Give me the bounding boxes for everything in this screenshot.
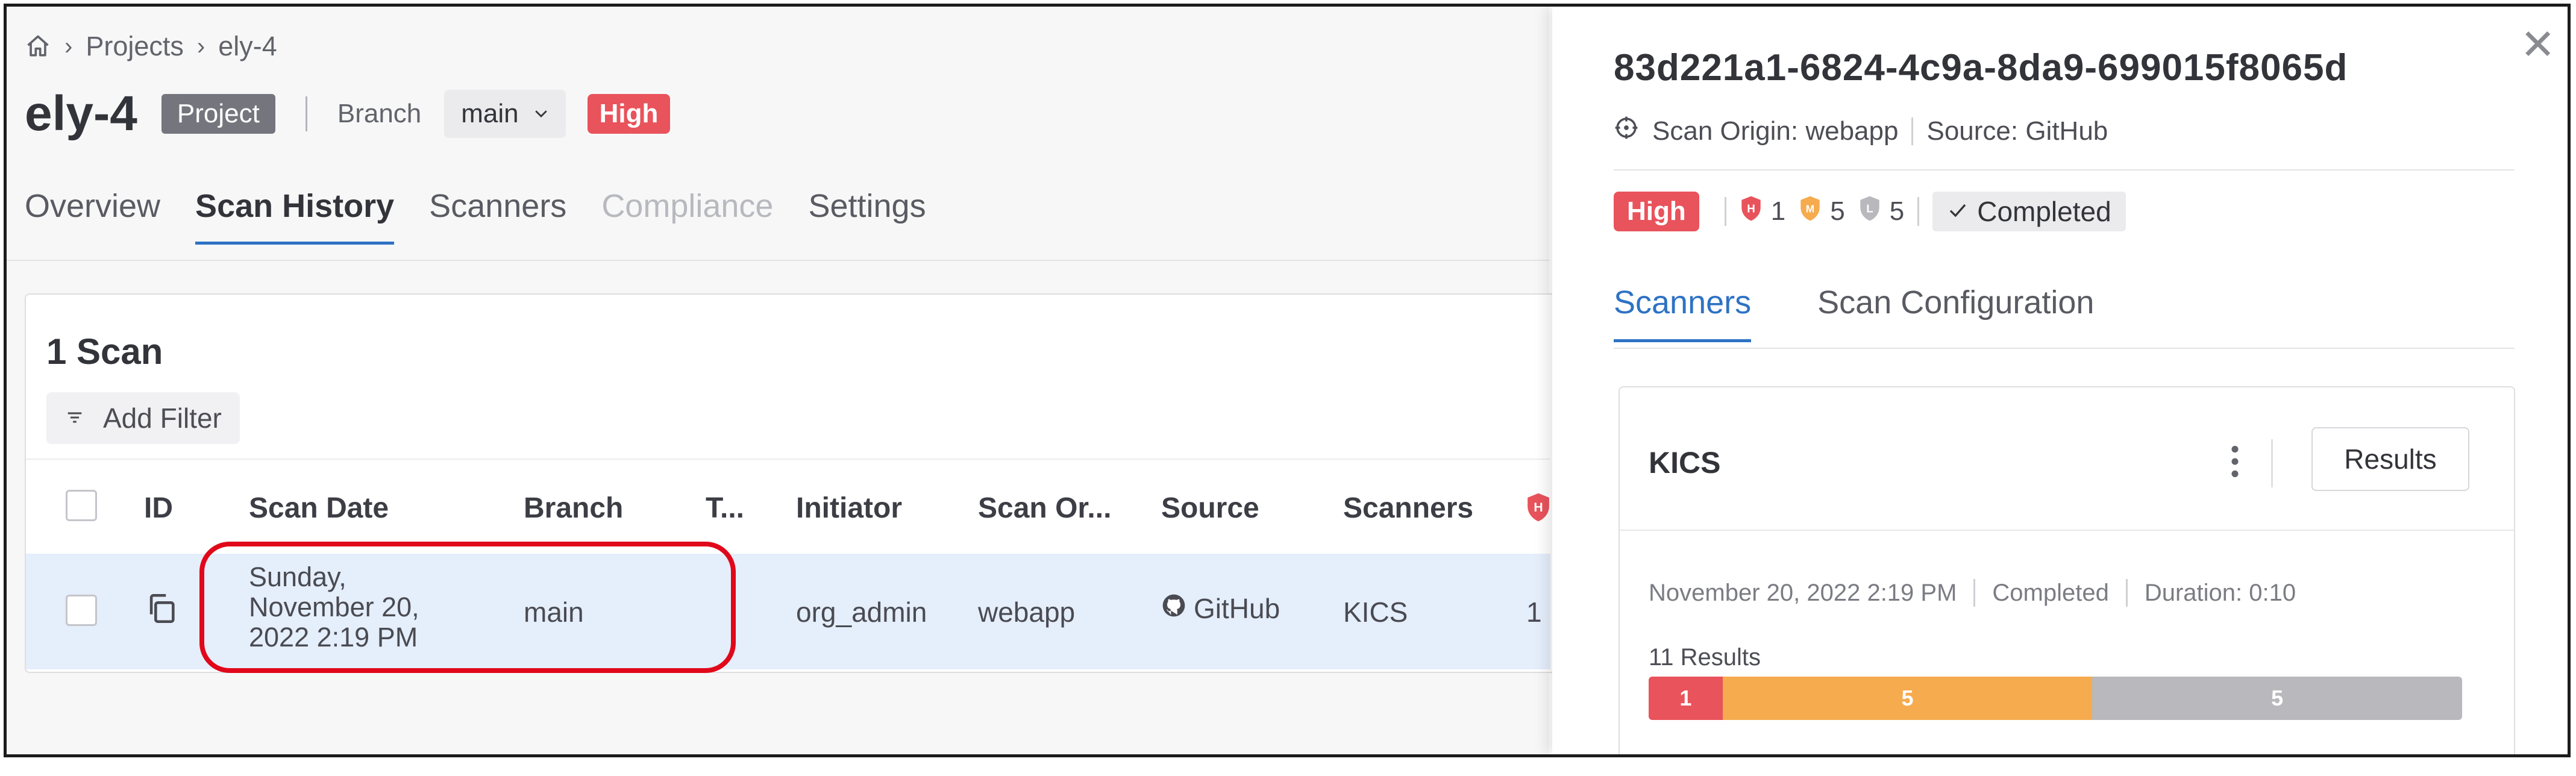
crosshair-icon — [1614, 115, 1639, 147]
chevron-right-icon: › — [196, 33, 205, 60]
high-count-value: 1 — [1770, 196, 1786, 226]
tab-scanners[interactable]: Scanners — [429, 187, 566, 245]
tab-compliance: Compliance — [601, 188, 774, 224]
scan-id-title: 83d221a1-6824-4c9a-8da9-699015f8065d — [1614, 47, 2348, 89]
annotation-highlight-box — [199, 542, 736, 673]
scanner-status: Completed — [1992, 579, 2109, 606]
divider — [1614, 348, 2515, 349]
medium-count-value: 5 — [1830, 196, 1845, 226]
severity-segment-low: 5 — [2092, 677, 2462, 720]
risk-badge: High — [587, 94, 671, 134]
divider — [2125, 579, 2128, 607]
scan-details-drawer: ✕ 83d221a1-6824-4c9a-8da9-699015f8065d S… — [1552, 7, 2568, 754]
svg-text:H: H — [1534, 500, 1543, 515]
column-header-scanners[interactable]: Scanners — [1343, 492, 1473, 525]
tab-overview[interactable]: Overview — [25, 187, 160, 245]
select-all-checkbox[interactable] — [66, 490, 97, 521]
source-cell-label: GitHub — [1194, 593, 1280, 624]
column-header-id[interactable]: ID — [144, 492, 173, 525]
checkmark-icon — [1947, 195, 1969, 228]
scan-origin-row: Scan Origin: webapp Source: GitHub — [1614, 115, 2108, 147]
add-filter-button[interactable]: Add Filter — [46, 392, 240, 444]
breadcrumb-current: ely-4 — [218, 31, 277, 61]
divider — [26, 458, 1550, 460]
status-text: Completed — [1977, 196, 2111, 227]
scan-origin-text: Scan Origin: webapp — [1652, 116, 1899, 146]
page-title: ely-4 — [25, 86, 137, 141]
initiator-cell: org_admin — [796, 596, 927, 628]
scan-summary-row: High H 1 M 5 L 5 Completed — [1614, 187, 2126, 236]
scanners-cell: KICS — [1343, 596, 1408, 628]
severity-segment-high: 1 — [1649, 677, 1723, 720]
medium-severity-icon: M — [1799, 195, 1822, 228]
severity-distribution-bar: 155 — [1649, 677, 2462, 720]
results-button[interactable]: Results — [2311, 427, 2469, 491]
high-count-cell: 1 — [1526, 596, 1542, 628]
copy-icon[interactable] — [144, 591, 179, 629]
high-count: H 1 — [1740, 195, 1785, 228]
high-severity-icon: H — [1740, 195, 1763, 228]
risk-badge: High — [1614, 192, 1699, 231]
scanner-name: KICS — [1649, 446, 1721, 480]
chevron-right-icon: › — [64, 33, 73, 60]
column-header-source[interactable]: Source — [1161, 492, 1259, 525]
project-header: ely-4 Project Branch main High — [25, 84, 671, 144]
status-badge: Completed — [1932, 192, 2126, 231]
scan-origin-cell: webapp — [978, 596, 1076, 628]
divider — [1973, 579, 1976, 607]
tab-scan-history[interactable]: Scan History — [195, 187, 395, 245]
drawer-tabs: Scanners Scan Configuration — [1614, 284, 2094, 342]
divider — [305, 96, 307, 131]
tab-scan-configuration[interactable]: Scan Configuration — [1817, 284, 2094, 342]
branch-select-value: main — [461, 99, 519, 128]
column-header-branch[interactable]: Branch — [524, 492, 623, 525]
window-frame: › Projects › ely-4 ely-4 Project Branch … — [4, 4, 2571, 757]
divider — [1917, 197, 1920, 226]
row-checkbox[interactable] — [66, 595, 97, 626]
chevron-down-icon — [532, 99, 550, 129]
tab-scanners[interactable]: Scanners — [1614, 284, 1752, 342]
scan-count: 1 Scan — [46, 331, 163, 372]
low-severity-icon: L — [1858, 195, 1881, 228]
divider — [1614, 169, 2515, 171]
scanner-duration: Duration: 0:10 — [2144, 579, 2296, 606]
close-icon[interactable]: ✕ — [2520, 23, 2556, 66]
low-count-value: 5 — [1889, 196, 1905, 226]
scanner-date: November 20, 2022 2:19 PM — [1649, 579, 1957, 606]
column-header-tags[interactable]: T... — [706, 492, 744, 525]
column-header-scan-date[interactable]: Scan Date — [249, 492, 389, 525]
severity-segment-medium: 5 — [1722, 677, 2093, 720]
medium-count: M 5 — [1799, 195, 1845, 228]
divider — [2271, 439, 2273, 487]
branch-select[interactable]: main — [444, 90, 566, 138]
divider — [1620, 530, 2514, 531]
divider — [1911, 117, 1914, 145]
low-count: L 5 — [1858, 195, 1904, 228]
project-tabs: Overview Scan History Scanners Complianc… — [25, 187, 926, 245]
high-severity-icon: H — [1525, 492, 1552, 525]
github-icon — [1161, 592, 1186, 625]
filter-icon — [64, 402, 85, 434]
svg-text:M: M — [1806, 202, 1814, 214]
source-text: Source: GitHub — [1926, 116, 2108, 146]
project-page: › Projects › ely-4 ely-4 Project Branch … — [7, 7, 1567, 754]
svg-text:H: H — [1747, 202, 1755, 214]
tab-settings[interactable]: Settings — [808, 187, 926, 245]
results-count: 11 Results — [1649, 644, 1761, 671]
column-header-initiator[interactable]: Initiator — [796, 492, 902, 525]
breadcrumb-projects[interactable]: Projects — [86, 31, 184, 62]
scanner-meta-row: November 20, 2022 2:19 PM Completed Dura… — [1649, 579, 2296, 607]
project-type-badge: Project — [161, 94, 275, 134]
home-icon[interactable] — [25, 33, 51, 60]
source-cell: GitHub — [1161, 592, 1280, 625]
divider — [1724, 197, 1726, 226]
kebab-menu-icon[interactable] — [2226, 440, 2244, 483]
breadcrumb: › Projects › ely-4 — [25, 28, 277, 64]
column-header-scan-origin[interactable]: Scan Or... — [978, 492, 1111, 525]
svg-text:L: L — [1866, 202, 1873, 214]
divider — [7, 260, 1549, 261]
branch-label: Branch — [337, 99, 422, 128]
add-filter-label: Add Filter — [103, 402, 222, 434]
